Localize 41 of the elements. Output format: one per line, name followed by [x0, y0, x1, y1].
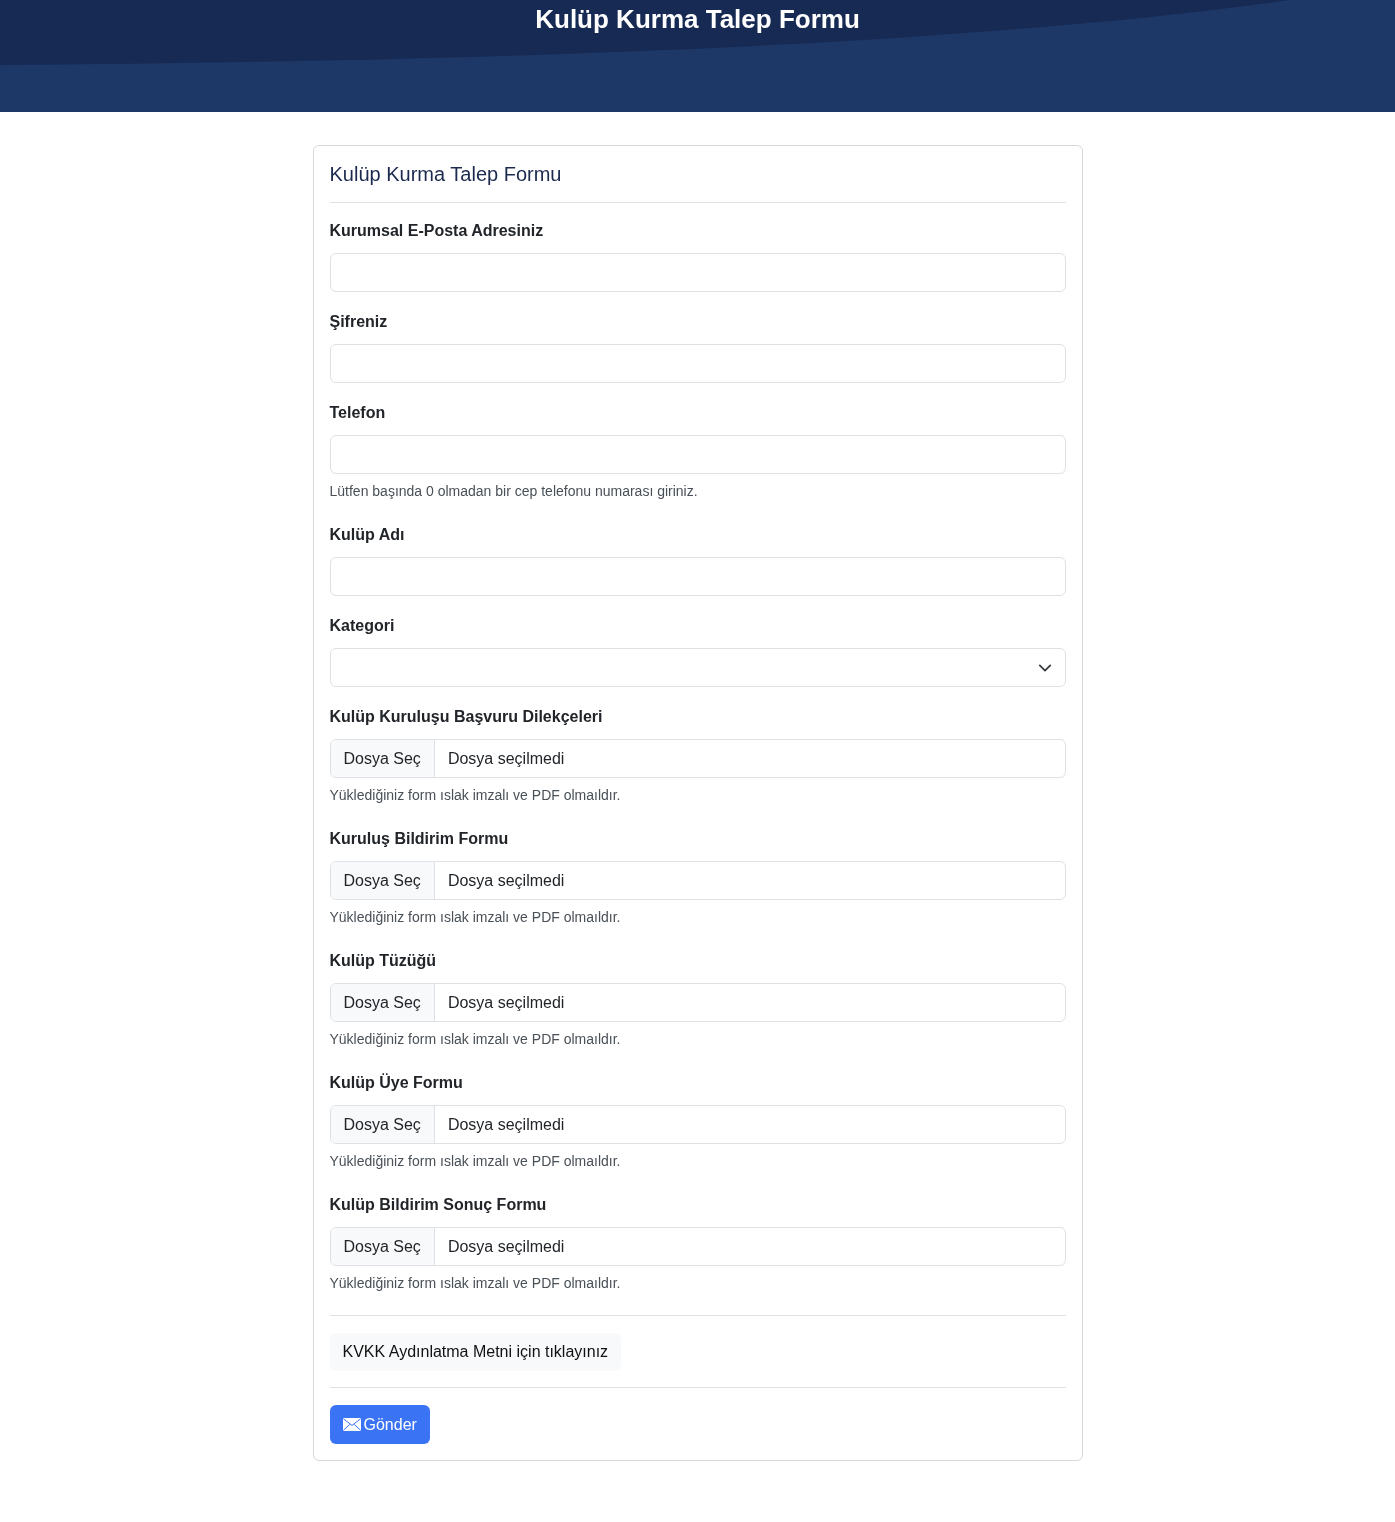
page-title: Kulüp Kurma Talep Formu — [535, 3, 860, 36]
help-text: Yüklediğiniz form ıslak imzalı ve PDF olmaıldır. — [329, 908, 622, 927]
choose-file-button[interactable]: Dosya Seç — [330, 1228, 435, 1265]
help-text: Yüklediğiniz form ıslak imzalı ve PDF olmaıldır. — [329, 1152, 622, 1171]
file-field[interactable]: Dosya Seç Dosya seçilmedi — [329, 983, 1066, 1022]
field-label: Kulüp Üye Formu — [329, 1072, 464, 1093]
file-field[interactable]: Dosya Seç Dosya seçilmedi — [329, 1105, 1066, 1144]
field-label: Kategori — [329, 616, 396, 636]
file-field[interactable]: Dosya Seç Dosya seçilmedi — [329, 739, 1066, 778]
choose-file-button[interactable]: Dosya Seç — [330, 862, 435, 899]
kvkk-link[interactable]: KVKK Aydınlatma Metni için tıklayınız — [329, 1333, 622, 1371]
select-field[interactable] — [329, 648, 1066, 687]
field-label: Kuruluş Bildirim Formu — [329, 829, 510, 849]
field-label: Kulüp Adı — [329, 525, 406, 545]
file-status-text: Dosya seçilmedi — [446, 870, 566, 891]
help-text: Yüklediğiniz form ıslak imzalı ve PDF olmaıldır. — [329, 1274, 622, 1293]
choose-file-button[interactable]: Dosya Seç — [330, 1106, 435, 1143]
help-text: Lütfen başında 0 olmadan bir cep telefonu numarası giriniz. — [329, 482, 699, 501]
choose-file-button[interactable]: Dosya Seç — [330, 984, 435, 1021]
file-status-text: Dosya seçilmedi — [446, 1114, 566, 1135]
help-text: Yüklediğiniz form ıslak imzalı ve PDF olmaıldır. — [329, 786, 622, 805]
text-field[interactable] — [329, 557, 1066, 596]
field-label: Kurumsal E-Posta Adresiniz — [329, 221, 545, 241]
field-label: Şifreniz — [329, 312, 389, 332]
submit-button[interactable]: Gönder — [329, 1405, 430, 1444]
field-label: Kulüp Kuruluşu Başvuru Dilekçeleri — [329, 707, 604, 727]
file-field[interactable]: Dosya Seç Dosya seçilmedi — [329, 1227, 1066, 1266]
file-field[interactable]: Dosya Seç Dosya seçilmedi — [329, 861, 1066, 900]
field-label: Kulüp Bildirim Sonuç Formu — [329, 1195, 548, 1215]
text-field[interactable] — [329, 435, 1066, 474]
text-field[interactable] — [329, 344, 1066, 383]
text-field[interactable] — [329, 253, 1066, 292]
field-label: Telefon — [329, 403, 387, 423]
form-title: Kulüp Kurma Talep Formu — [329, 160, 1066, 203]
envelope-icon — [342, 1418, 361, 1431]
help-text: Yüklediğiniz form ıslak imzalı ve PDF olmaıldır. — [329, 1030, 622, 1049]
file-status-text: Dosya seçilmedi — [446, 748, 566, 769]
field-label: Kulüp Tüzüğü — [329, 951, 438, 971]
choose-file-button[interactable]: Dosya Seç — [330, 740, 435, 777]
file-status-text: Dosya seçilmedi — [446, 1236, 566, 1257]
file-status-text: Dosya seçilmedi — [446, 992, 566, 1013]
